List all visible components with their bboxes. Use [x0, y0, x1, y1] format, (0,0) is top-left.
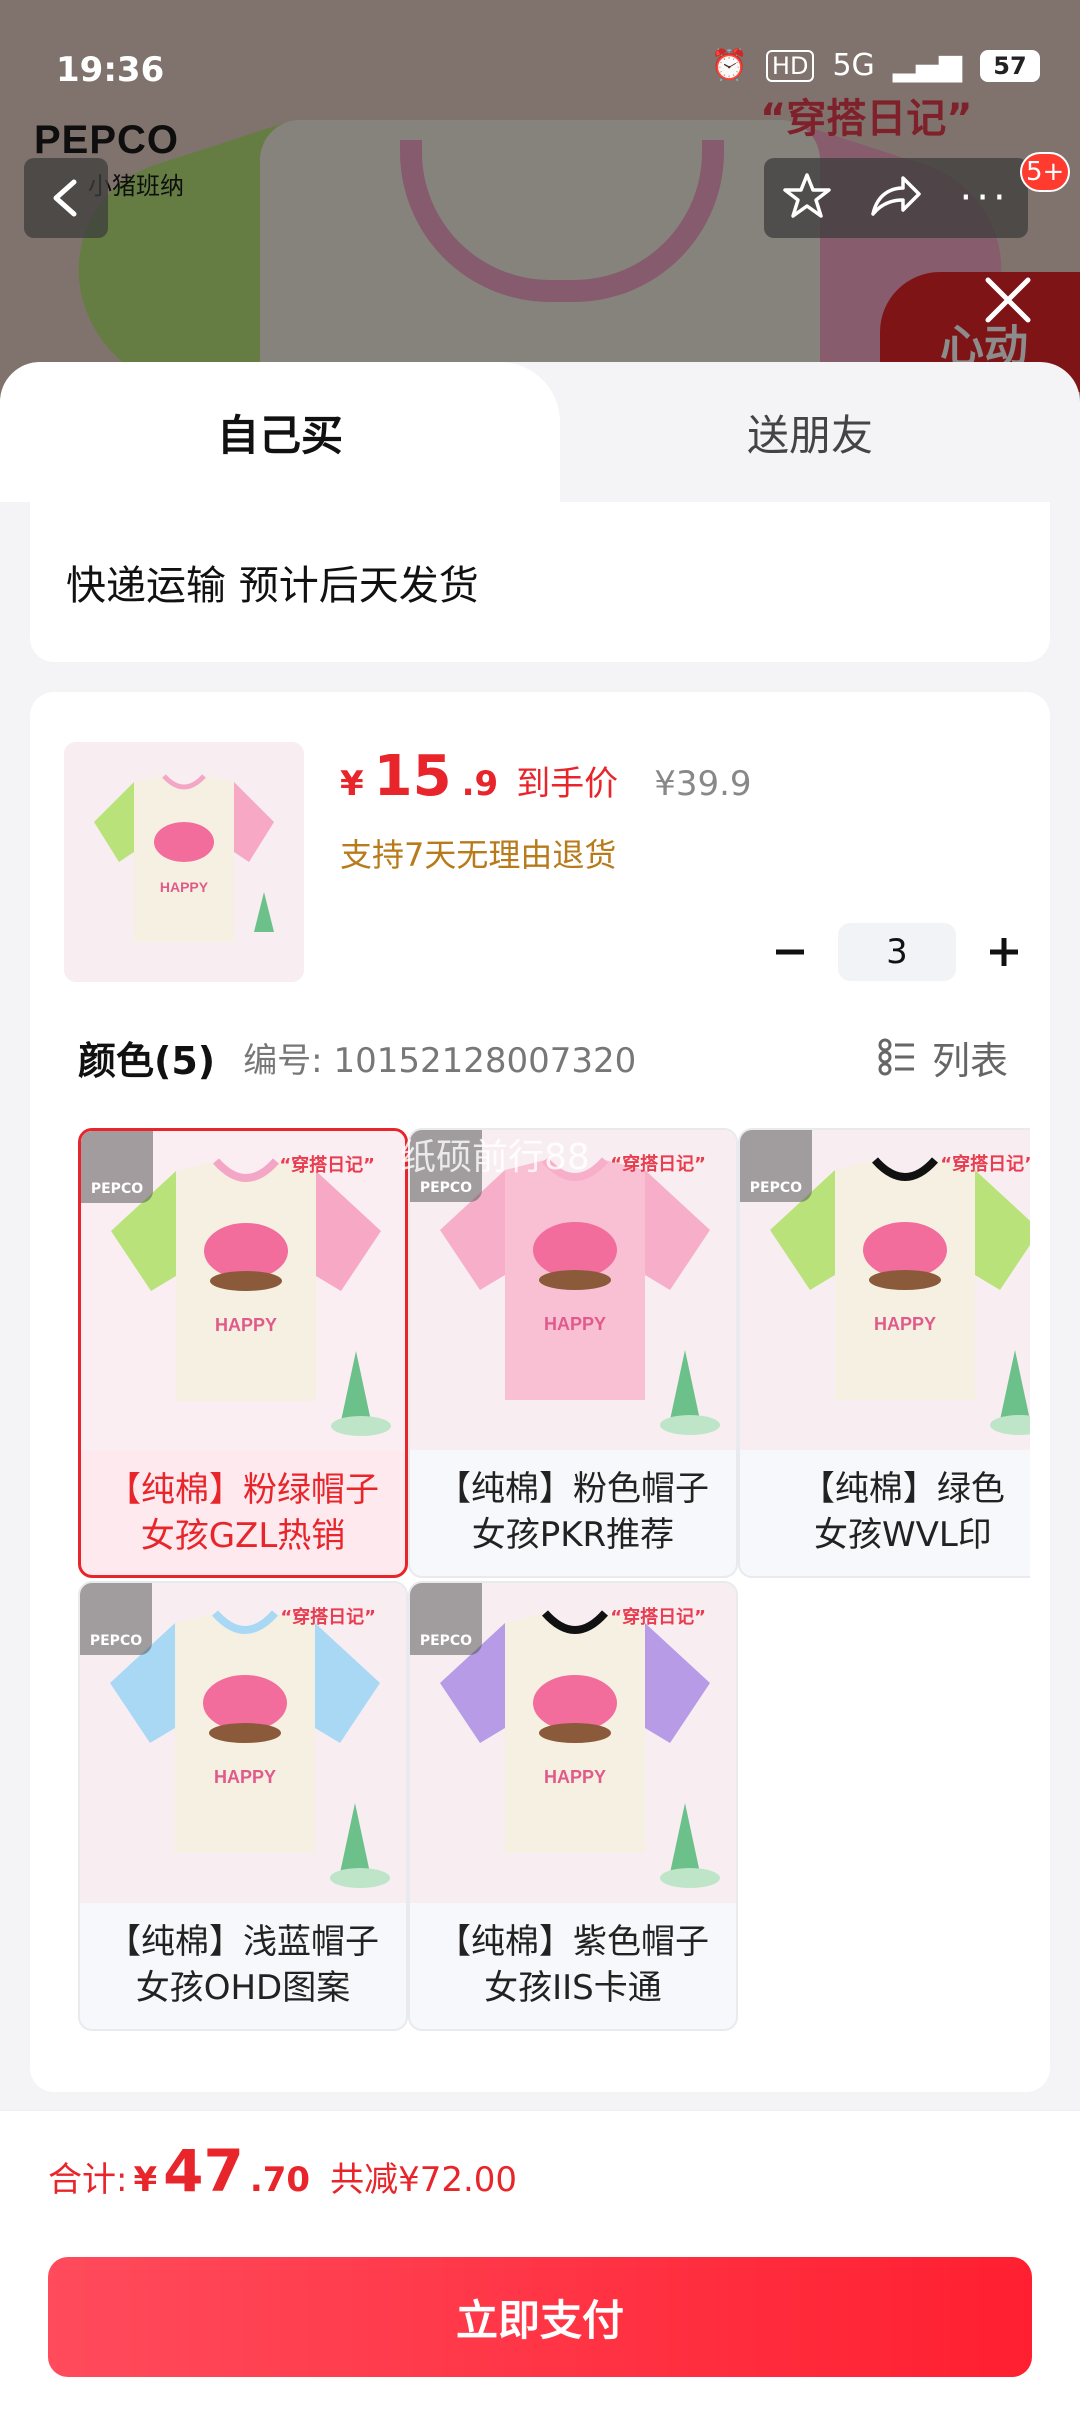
price-currency: ¥: [340, 764, 364, 804]
star-icon: [783, 173, 832, 218]
product-card: HAPPY ¥ 15 .9 到手价 ¥39.9 支持7天无理由退货 3 颜色(5…: [30, 692, 1050, 2092]
image-tag: “穿搭日记”: [940, 1154, 1030, 1175]
pay-now-button[interactable]: 立即支付: [48, 2257, 1032, 2377]
back-button[interactable]: [24, 158, 108, 238]
nav-action-group: ···: [764, 158, 1028, 238]
total-currency: ¥: [133, 2160, 158, 2200]
list-view-toggle[interactable]: 列表: [878, 1022, 1008, 1092]
quantity-stepper: 3: [760, 922, 1034, 982]
list-icon: [878, 1038, 914, 1076]
image-tag: “穿搭日记”: [280, 1606, 376, 1628]
brand-logo-badge: PEPCO: [81, 1131, 153, 1203]
color-section-header: 颜色(5) 编号: 10152128007320 列表: [78, 1022, 1038, 1092]
svg-text:HAPPY: HAPPY: [214, 1767, 276, 1787]
final-price-label: 到手价: [516, 764, 619, 804]
share-button[interactable]: [869, 174, 923, 222]
increase-quantity-button[interactable]: [974, 922, 1034, 982]
purchase-tabs: 送朋友 自己买: [0, 362, 1080, 502]
list-label: 列表: [931, 1038, 1008, 1083]
notification-badge: 5+: [1020, 152, 1071, 192]
color-option[interactable]: HAPPY PEPCO “穿搭日记” 【纯棉】粉绿帽子 女孩GZL热销: [78, 1128, 408, 1578]
svg-text:HAPPY: HAPPY: [544, 1767, 606, 1787]
share-icon: [871, 176, 921, 216]
brand-logo-badge: PEPCO: [409, 1582, 482, 1655]
price-row: ¥ 15 .9 到手价 ¥39.9: [340, 744, 752, 809]
color-title: 颜色(5): [78, 1038, 216, 1083]
return-policy: 支持7天无理由退货: [340, 836, 617, 874]
svg-text:HAPPY: HAPPY: [874, 1314, 936, 1334]
color-option[interactable]: HAPPY PEPCO “穿搭日记” 【纯棉】紫色帽子 女孩IIS卡通: [407, 1580, 738, 2031]
svg-text:HAPPY: HAPPY: [215, 1315, 277, 1335]
total-integer: 47: [163, 2137, 244, 2205]
hd-icon: HD: [765, 49, 815, 82]
image-tag: “穿搭日记”: [610, 1154, 706, 1175]
delivery-info[interactable]: 快递运输 预计后天发货: [30, 502, 1050, 662]
total-decimal: .70: [249, 2160, 311, 2200]
tab-own[interactable]: 自己买: [0, 362, 560, 502]
price-integer: 15: [373, 744, 452, 809]
brand-logo-badge: PEPCO: [739, 1130, 812, 1202]
more-icon: ···: [959, 175, 1010, 221]
brand-logo-badge: PEPCO: [80, 1582, 152, 1655]
total-discount: 共减¥72.00: [330, 2160, 518, 2200]
color-option[interactable]: HAPPY PEPCO “穿搭日记” 【纯棉】粉色帽子 女孩PKR推荐: [407, 1128, 738, 1578]
checkout-bar: 合计: ¥ 47 .70 共减¥72.00 立即支付: [0, 2110, 1080, 2413]
close-icon: [985, 277, 1031, 323]
tab-gift[interactable]: 送朋友: [540, 362, 1080, 502]
color-options-grid: HAPPY PEPCO “穿搭日记” 【纯棉】粉绿帽子 女孩GZL热销 HAPPY PEP…: [78, 1128, 1030, 2068]
signal-icon: 5G: [832, 48, 875, 83]
svg-text:HAPPY: HAPPY: [160, 879, 209, 895]
color-option[interactable]: HAPPY PEPCO “穿搭日记” 【纯棉】浅蓝帽子 女孩OHD图案: [78, 1580, 408, 2031]
color-option-label: 【纯棉】粉绿帽子 女孩GZL热销: [107, 1470, 379, 1556]
status-bar-icons: ⏰ HD 5G ▂▄▆ 57: [711, 48, 1040, 83]
quantity-input[interactable]: 3: [838, 923, 956, 981]
svg-text:HAPPY: HAPPY: [544, 1314, 606, 1334]
color-option[interactable]: HAPPY PEPCO “穿搭日记” 【纯棉】绿色 女孩WVL印: [737, 1128, 1030, 1578]
chevron-left-icon: [53, 179, 77, 217]
tshirt-image: HAPPY: [64, 742, 304, 982]
image-tag: “穿搭日记”: [279, 1155, 375, 1176]
status-time: 19:36: [56, 50, 165, 90]
color-option-label: 【纯棉】粉色帽子 女孩PKR推荐: [436, 1469, 709, 1555]
decrease-quantity-button[interactable]: [760, 922, 820, 982]
more-button[interactable]: ···: [960, 175, 1010, 221]
battery-icon: 57: [980, 49, 1040, 82]
plus-icon: [990, 938, 1018, 966]
signal-icon: ▂▄▆: [892, 48, 962, 83]
favorite-button[interactable]: [782, 171, 832, 225]
minus-icon: [776, 949, 804, 955]
original-price: ¥39.9: [654, 764, 752, 804]
product-code: 编号: 10152128007320: [243, 1040, 637, 1081]
total-label: 合计:: [48, 2160, 128, 2200]
color-option-label: 【纯棉】浅蓝帽子 女孩OHD图案: [107, 1921, 379, 2008]
product-thumbnail[interactable]: HAPPY: [64, 742, 304, 982]
color-option-label: 【纯棉】绿色 女孩WVL印: [800, 1469, 1005, 1555]
purchase-sheet: 送朋友 自己买 快递运输 预计后天发货 HAPPY ¥ 15 .9 到手价 ¥3…: [0, 362, 1080, 2412]
price-decimal: .9: [461, 764, 499, 804]
image-tag: “穿搭日记”: [610, 1606, 706, 1628]
color-option-label: 【纯棉】紫色帽子 女孩IIS卡通: [436, 1921, 709, 2008]
watermark: 纸硕前行88: [400, 1137, 590, 1178]
alarm-icon: ⏰: [710, 48, 748, 83]
close-sheet-button[interactable]: [978, 270, 1038, 330]
order-total: 合计: ¥ 47 .70 共减¥72.00: [48, 2137, 517, 2205]
